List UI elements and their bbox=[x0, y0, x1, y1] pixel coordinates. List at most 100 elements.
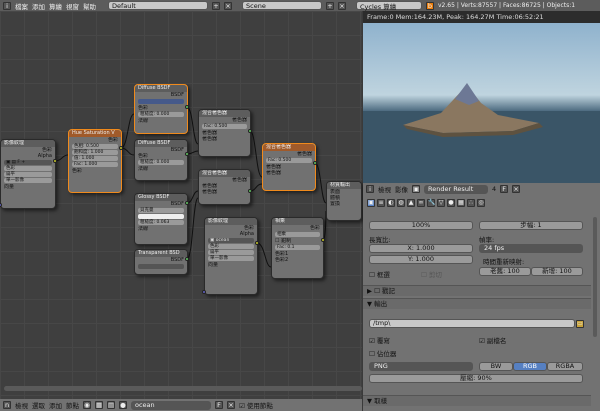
value-field[interactable]: 值: 1.000 bbox=[72, 156, 118, 161]
data-tab-icon[interactable]: ▽ bbox=[437, 199, 445, 207]
editor-type-icon[interactable]: i bbox=[3, 1, 11, 10]
socket-shader[interactable] bbox=[185, 201, 189, 205]
image-browse[interactable]: ▣ ▤ F + bbox=[4, 160, 52, 165]
render-tab-icon[interactable]: ▣ bbox=[367, 199, 375, 207]
image-browse[interactable]: ▣ ocean bbox=[208, 238, 254, 243]
node-hue-saturation[interactable]: Hue Saturation V 色彩 色相: 0.500 飽和度: 1.000… bbox=[68, 129, 122, 193]
socket-shader[interactable] bbox=[185, 257, 189, 261]
node-title[interactable]: 相乘 bbox=[272, 218, 323, 225]
node-title[interactable]: Diffuse BSDF bbox=[135, 140, 187, 147]
node-image-texture-2[interactable]: 影像紋理 色彩 Alpha ▣ ocean 色彩 扁平 單一影像 向量 bbox=[204, 217, 258, 295]
render-engine-select[interactable]: Cycles 算繪 bbox=[356, 1, 422, 11]
close-material-icon[interactable]: × bbox=[227, 401, 235, 409]
socket-shader[interactable] bbox=[313, 161, 317, 165]
menu-add[interactable]: 添加 bbox=[32, 1, 45, 11]
node-title[interactable]: 影像紋理 bbox=[1, 140, 55, 147]
menu-view[interactable]: 檢視 bbox=[378, 184, 391, 194]
file-format-select[interactable]: PNG bbox=[369, 362, 473, 371]
socket-shader[interactable] bbox=[185, 152, 189, 156]
aspect-x-field[interactable]: X: 1.000 bbox=[369, 244, 473, 253]
node-title[interactable]: Hue Saturation V bbox=[69, 130, 121, 137]
node-image-texture-1[interactable]: 影像紋理 色彩 Alpha ▣ ▤ F + 色彩 扁平 單一影像 向量 bbox=[0, 139, 56, 209]
source-select[interactable]: 單一影像 bbox=[4, 178, 52, 183]
color-rgba-button[interactable]: RGBA bbox=[547, 362, 583, 371]
menu-node[interactable]: 節點 bbox=[66, 400, 79, 410]
node-diffuse-bsdf-1[interactable]: Diffuse BSDF BSDF 色彩 粗糙度: 0.000 法線 bbox=[134, 84, 188, 134]
menu-window[interactable]: 視窗 bbox=[66, 1, 79, 11]
output-panel-header[interactable]: ▼ 輸出 bbox=[363, 298, 591, 309]
menu-select[interactable]: 選取 bbox=[32, 400, 45, 410]
folder-icon[interactable]: ▭ bbox=[576, 320, 584, 328]
crop-checkbox[interactable]: ☐ 剪切 bbox=[421, 269, 442, 279]
color-swatch[interactable] bbox=[138, 99, 184, 104]
remove-scene-icon[interactable]: × bbox=[338, 1, 346, 10]
render-layers-icon[interactable]: ≡ bbox=[377, 199, 385, 207]
remap-new-field[interactable]: 新增: 100 bbox=[531, 267, 583, 276]
roughness-field[interactable]: 粗糙度: 0.063 bbox=[138, 220, 184, 225]
scene-tab-icon[interactable]: ◐ bbox=[387, 199, 395, 207]
node-title[interactable]: Transparent BSD bbox=[135, 250, 187, 257]
node-mix-shader-1[interactable]: 混合著色器 著色器 Fac: 0.500 著色器 著色器 bbox=[198, 109, 251, 157]
editor-type-icon[interactable]: n bbox=[3, 401, 11, 409]
color-swatch[interactable] bbox=[138, 214, 184, 219]
menu-image[interactable]: 影像 bbox=[395, 184, 408, 194]
compression-slider[interactable]: 壓縮: 90% bbox=[369, 374, 583, 383]
image-browse-icon[interactable]: ▣ bbox=[412, 185, 420, 193]
node-mix-shader-3[interactable]: 混合著色器 著色器 Fac: 0.500 著色器 著色器 bbox=[262, 143, 316, 191]
scene-select[interactable]: Scene bbox=[242, 1, 322, 10]
node-editor[interactable]: 影像紋理 色彩 Alpha ▣ ▤ F + 色彩 扁平 單一影像 向量 Hue … bbox=[0, 11, 362, 399]
color-rgb-button[interactable]: RGB bbox=[513, 362, 547, 371]
aspect-y-field[interactable]: Y: 1.000 bbox=[369, 255, 473, 264]
properties-panel[interactable]: ▣ ≡ ◐ ◍ ▲ ∞ 🔧 ▽ ● ▦ ∴ ◎ 100% 步幅: 1 長寬比: … bbox=[363, 195, 600, 411]
hue-field[interactable]: 色相: 0.500 bbox=[72, 144, 118, 149]
menu-file[interactable]: 檔案 bbox=[15, 1, 28, 11]
texture-type-icon[interactable]: ▦ bbox=[95, 401, 103, 409]
projection-select[interactable]: 扁平 bbox=[208, 250, 254, 255]
close-image-icon[interactable]: × bbox=[512, 185, 521, 193]
modifiers-icon[interactable]: 🔧 bbox=[427, 199, 435, 207]
resolution-percent[interactable]: 100% bbox=[369, 221, 473, 230]
node-transparent-bsdf[interactable]: Transparent BSD BSDF bbox=[134, 249, 188, 275]
editor-type-icon[interactable]: i bbox=[366, 185, 374, 193]
socket-color[interactable] bbox=[255, 241, 259, 245]
world-tab-icon[interactable]: ◍ bbox=[397, 199, 405, 207]
constraints-icon[interactable]: ∞ bbox=[417, 199, 425, 207]
use-nodes-checkbox[interactable]: ☑ 使用節點 bbox=[239, 400, 273, 410]
object-tab-icon[interactable]: ▲ bbox=[407, 199, 415, 207]
fps-select[interactable]: 24 fps bbox=[479, 244, 583, 253]
material-select[interactable]: ocean bbox=[131, 400, 211, 410]
color-space-select[interactable]: 色彩 bbox=[208, 244, 254, 249]
remap-old-field[interactable]: 老舊: 100 bbox=[479, 267, 531, 276]
color-space-select[interactable]: 色彩 bbox=[4, 166, 52, 171]
remove-layout-icon[interactable]: × bbox=[224, 1, 232, 10]
layout-select[interactable]: Default bbox=[108, 1, 208, 10]
menu-render[interactable]: 算繪 bbox=[49, 1, 62, 11]
node-title[interactable]: 混合著色器 bbox=[263, 144, 315, 151]
node-title[interactable]: 影像紋理 bbox=[205, 218, 257, 225]
socket-shader[interactable] bbox=[185, 105, 189, 109]
placeholder-checkbox[interactable]: ☐ 佔位器 bbox=[369, 348, 396, 358]
node-title[interactable]: 混合著色器 bbox=[199, 110, 250, 117]
add-scene-icon[interactable]: + bbox=[326, 1, 334, 10]
blend-mode-select[interactable]: 相乘 bbox=[275, 232, 320, 237]
fac-field[interactable]: Fac: 1.000 bbox=[72, 162, 118, 167]
fake-user-button[interactable]: F bbox=[500, 185, 509, 193]
node-diffuse-bsdf-2[interactable]: Diffuse BSDF BSDF 色彩 粗糙度: 0.000 法線 bbox=[134, 139, 188, 181]
material-tab-icon[interactable]: ● bbox=[447, 199, 455, 207]
menu-view[interactable]: 檢視 bbox=[15, 400, 28, 410]
extension-checkbox[interactable]: ☑ 副檔名 bbox=[479, 335, 506, 345]
node-mix-shader-2[interactable]: 混合著色器 著色器 著色器 著色器 bbox=[198, 169, 251, 205]
clamp-checkbox[interactable]: ☐ 鉗制 bbox=[272, 238, 323, 244]
node-glossy-bsdf[interactable]: Glossy BSDF BSDF 貝克曼 粗糙度: 0.063 法線 bbox=[134, 193, 188, 245]
socket-shader[interactable] bbox=[248, 189, 252, 193]
sampling-panel-header[interactable]: ▼ 取樣 bbox=[363, 395, 591, 406]
socket-shader[interactable] bbox=[248, 129, 252, 133]
socket-vector[interactable] bbox=[202, 290, 206, 294]
properties-scrollbar[interactable] bbox=[593, 217, 597, 337]
source-select[interactable]: 單一影像 bbox=[208, 256, 254, 261]
physics-icon[interactable]: ◎ bbox=[477, 199, 485, 207]
output-path-field[interactable]: /tmp\ bbox=[369, 319, 575, 328]
node-title[interactable]: Diffuse BSDF bbox=[135, 85, 187, 92]
render-result-select[interactable]: Render Result bbox=[424, 184, 488, 194]
roughness-field[interactable]: 粗糙度: 0.000 bbox=[138, 160, 184, 165]
